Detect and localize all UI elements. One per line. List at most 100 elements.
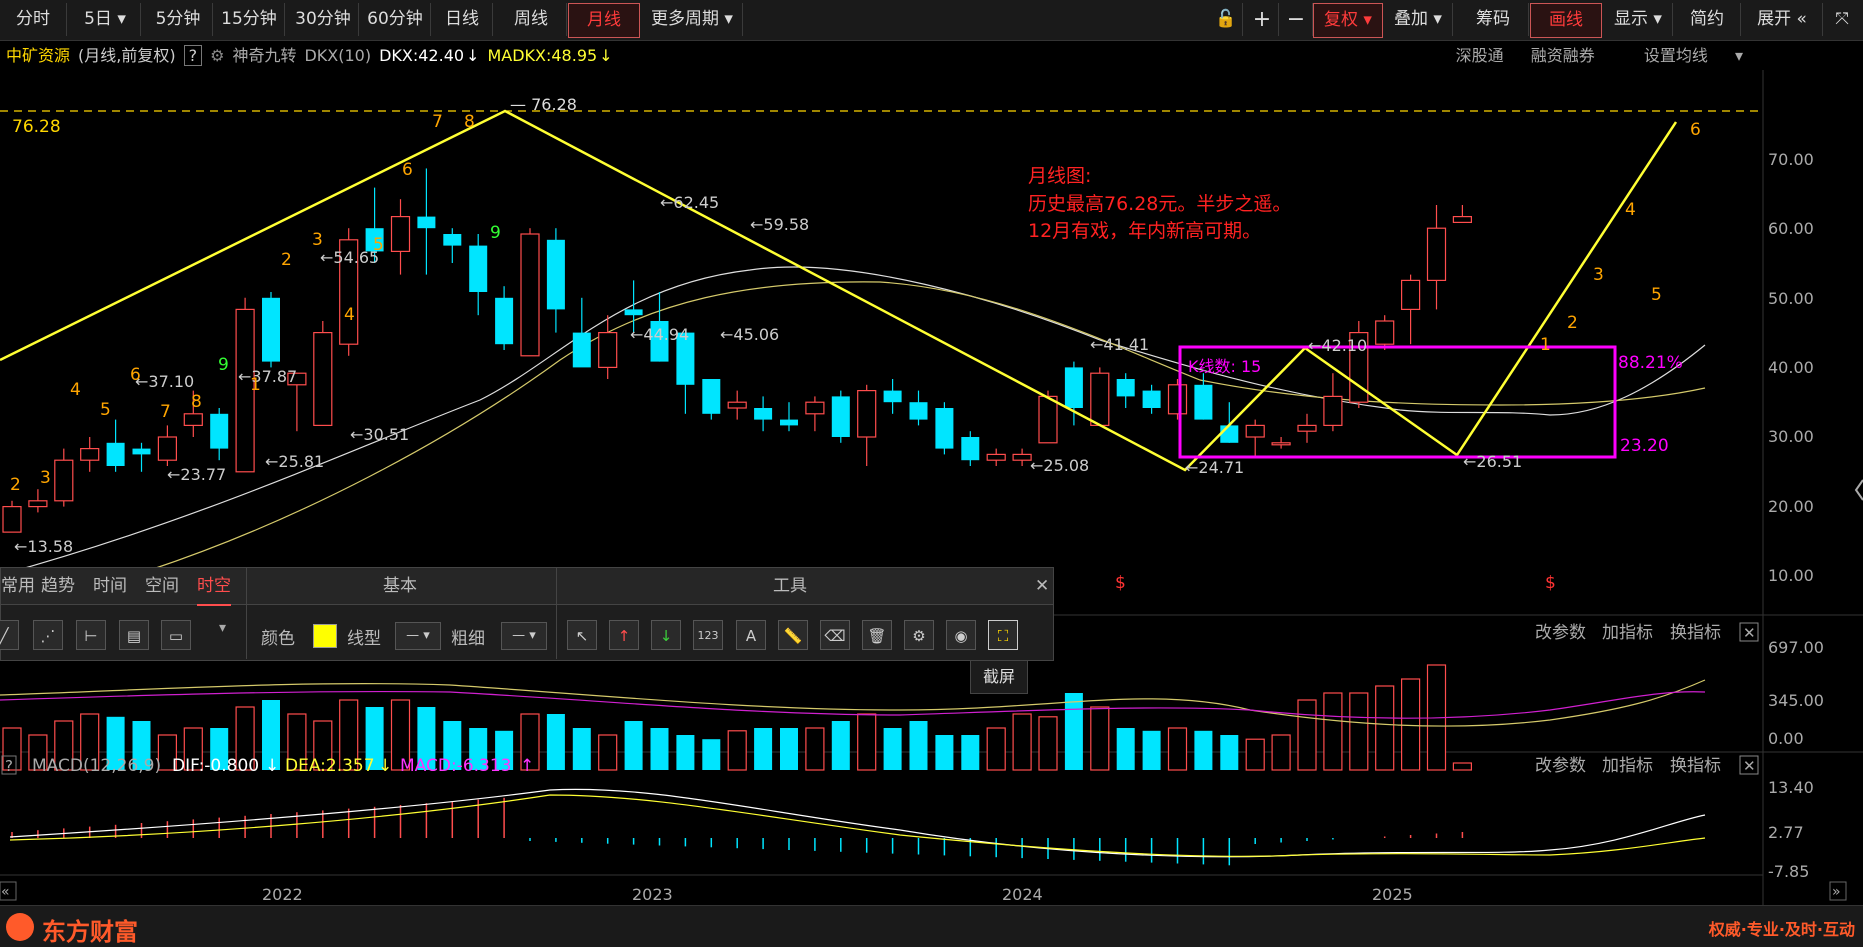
tab-monthly[interactable]: 月线 bbox=[568, 3, 640, 38]
link-margin[interactable]: 融资融券 bbox=[1531, 46, 1595, 65]
candle-body-down bbox=[883, 390, 902, 403]
gear-icon[interactable]: ⚙ bbox=[210, 46, 224, 65]
candle-body-down bbox=[935, 408, 954, 449]
tab-15min[interactable]: 15分钟 bbox=[214, 3, 285, 36]
tab-30min[interactable]: 30分钟 bbox=[288, 3, 359, 36]
fullscreen-icon[interactable]: ⤧ bbox=[1824, 3, 1860, 36]
trash-icon[interactable]: 🗑 bbox=[862, 620, 892, 650]
up-arrow-icon[interactable]: ↑ bbox=[609, 620, 639, 650]
nine-turn-label: 1 bbox=[250, 375, 261, 395]
candle-body-up bbox=[805, 401, 825, 415]
macd-help[interactable]: ? bbox=[5, 757, 13, 775]
color-swatch[interactable] bbox=[313, 624, 337, 648]
tab-more-periods[interactable]: 更多周期 ▾ bbox=[642, 3, 743, 36]
panel-tab-common[interactable]: 常用 bbox=[1, 568, 35, 604]
candle-body-down bbox=[1194, 384, 1213, 420]
chips-button[interactable]: 筹码 bbox=[1458, 3, 1529, 36]
panel-tab-spacetime[interactable]: 时空 bbox=[197, 568, 231, 606]
ray-line-icon[interactable]: ╱ bbox=[0, 620, 19, 650]
collapse-right-icon[interactable] bbox=[1854, 479, 1863, 501]
label-44: ←44.94 bbox=[630, 325, 689, 344]
time-range-icon[interactable]: ⊢ bbox=[76, 620, 106, 650]
number-icon[interactable]: 123 bbox=[693, 620, 723, 650]
chevron-down-icon: ▾ bbox=[1653, 9, 1662, 29]
rectangle-icon[interactable]: ▭ bbox=[161, 620, 191, 650]
tab-weekly[interactable]: 周线 bbox=[496, 3, 567, 36]
nine-turn-label: 7 bbox=[160, 402, 171, 422]
nine-turn-label: 8 bbox=[464, 112, 475, 132]
panel-tab-space[interactable]: 空间 bbox=[145, 568, 179, 604]
panel-tab-trend[interactable]: 趋势 bbox=[41, 568, 75, 604]
dkx-value: DKX:42.40 bbox=[379, 46, 465, 65]
tab-5day[interactable]: 5日 ▾ bbox=[70, 3, 141, 36]
cursor-icon[interactable]: ↖ bbox=[567, 620, 597, 650]
kline-chart[interactable]: 76.28 K线数: 15 88.21% 23.20 — 76.28 ←62.4… bbox=[0, 70, 1863, 905]
chevron-down-icon: ▾ bbox=[117, 9, 126, 29]
settings-icon[interactable]: ⚙ bbox=[904, 620, 934, 650]
tab-fenshi[interactable]: 分时 bbox=[0, 3, 67, 36]
fan-lines-icon[interactable]: ⋰ bbox=[33, 620, 63, 650]
nine-turn-label: 7 bbox=[432, 112, 443, 132]
fuquan-button[interactable]: 复权 ▾ bbox=[1313, 3, 1383, 38]
panel-close-icon[interactable]: ✕ bbox=[1035, 568, 1049, 604]
section-tools: 工具 bbox=[773, 576, 807, 596]
price-tick: 10.00 bbox=[1768, 566, 1814, 585]
panel-tab-time[interactable]: 时间 bbox=[93, 568, 127, 604]
simple-button[interactable]: 简约 bbox=[1674, 3, 1741, 36]
volume-bar-down bbox=[909, 721, 928, 770]
channel-icon[interactable]: ▤ bbox=[119, 620, 149, 650]
caret-down-icon[interactable]: ▾ bbox=[219, 620, 226, 636]
tab-5min[interactable]: 5分钟 bbox=[144, 3, 213, 36]
volume-bar-down bbox=[883, 728, 902, 770]
nine-turn-label: 9 bbox=[490, 223, 501, 243]
volume-bar-up bbox=[986, 727, 1006, 771]
label-59: ←59.58 bbox=[750, 215, 809, 234]
vol-tick: 345.00 bbox=[1768, 691, 1824, 710]
fuquan-label: 复权 bbox=[1324, 10, 1359, 30]
draw-line-button[interactable]: 画线 bbox=[1530, 3, 1602, 38]
volume-bar-down bbox=[1064, 693, 1083, 770]
arrow-down-icon: ↓ bbox=[265, 756, 279, 776]
help-icon[interactable]: ? bbox=[183, 45, 203, 66]
screenshot-icon[interactable]: ⛶ bbox=[988, 620, 1018, 650]
volume-bar-down bbox=[650, 728, 669, 770]
ruler-icon[interactable]: 📏 bbox=[778, 620, 808, 650]
link-set-ma[interactable]: 设置均线 ▾ bbox=[1622, 46, 1743, 65]
nine-turn-label: 6 bbox=[130, 365, 141, 385]
link-shengutong[interactable]: 深股通 bbox=[1456, 46, 1504, 65]
arrow-down-icon: ↓ bbox=[599, 46, 613, 65]
label-25-08: ←25.08 bbox=[1030, 456, 1089, 475]
vol-switch-indicator[interactable]: 换指标 bbox=[1670, 623, 1721, 643]
expand-button[interactable]: 展开 « bbox=[1742, 3, 1823, 36]
macd-add-indicator[interactable]: 加指标 bbox=[1602, 756, 1653, 776]
linetype-label: 线型 bbox=[347, 629, 381, 649]
vol-ma-yellow bbox=[0, 679, 1706, 727]
candle-body-up bbox=[1426, 227, 1447, 281]
macd-change-params[interactable]: 改参数 bbox=[1535, 756, 1586, 776]
nine-turn-label: 4 bbox=[70, 380, 81, 400]
candle-body-up bbox=[54, 459, 74, 502]
volume-bar-up bbox=[1167, 727, 1188, 771]
nine-turn-label: 5 bbox=[100, 400, 111, 420]
macd-switch-indicator[interactable]: 换指标 bbox=[1670, 756, 1721, 776]
text-icon[interactable]: A bbox=[736, 620, 766, 650]
tab-60min[interactable]: 60分钟 bbox=[360, 3, 431, 36]
label-13: ←13.58 bbox=[14, 537, 73, 556]
eraser-icon[interactable]: ⌫ bbox=[820, 620, 850, 650]
volume-bar-up bbox=[1349, 692, 1369, 771]
price-tick: 70.00 bbox=[1768, 150, 1814, 169]
tab-daily[interactable]: 日线 bbox=[432, 3, 493, 36]
width-select[interactable]: — ▾ bbox=[501, 622, 547, 650]
lock-icon[interactable]: 🔓 bbox=[1210, 3, 1243, 36]
volume-bar-up bbox=[1452, 762, 1473, 771]
vol-change-params[interactable]: 改参数 bbox=[1535, 623, 1586, 643]
down-arrow-icon[interactable]: ↓ bbox=[651, 620, 681, 650]
display-button[interactable]: 显示 ▾ bbox=[1604, 3, 1673, 36]
zoom-in-icon[interactable]: + bbox=[1246, 3, 1279, 36]
macd-tick: -7.85 bbox=[1768, 862, 1809, 881]
linetype-select[interactable]: — ▾ bbox=[395, 622, 441, 650]
eye-icon[interactable]: ◉ bbox=[946, 620, 976, 650]
zoom-out-icon[interactable]: − bbox=[1280, 3, 1313, 36]
vol-add-indicator[interactable]: 加指标 bbox=[1602, 623, 1653, 643]
overlay-button[interactable]: 叠加 ▾ bbox=[1384, 3, 1453, 36]
